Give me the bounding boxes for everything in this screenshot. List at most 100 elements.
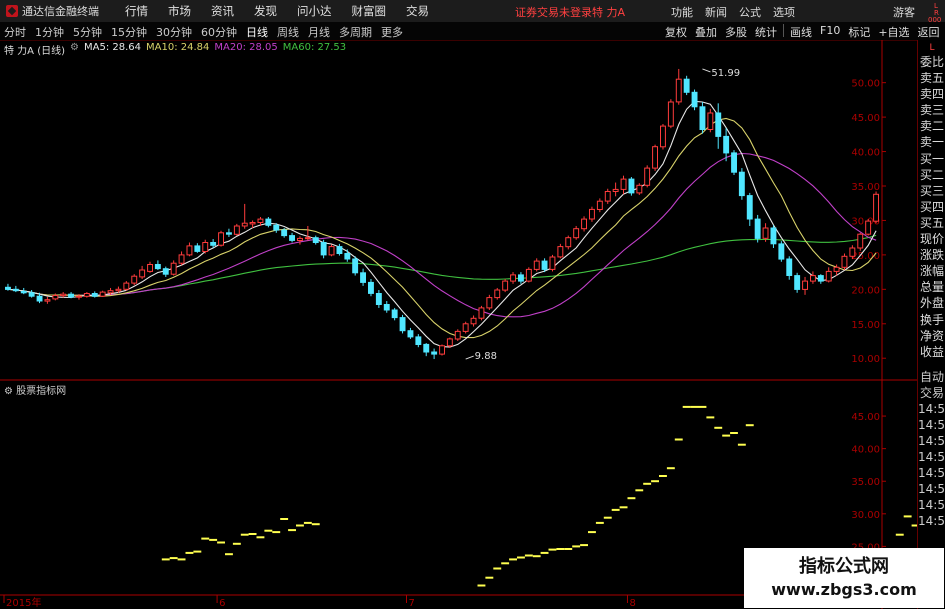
ma10-value: MA10: 24.84	[146, 42, 210, 53]
tab-1min[interactable]: 1分钟	[35, 24, 64, 40]
kline-chart[interactable]: 50.0045.0040.0035.0030.0025.0020.0015.00…	[0, 40, 917, 609]
settings-icon[interactable]: ⚙	[70, 42, 79, 57]
menu-item-wealth[interactable]: 财富圈	[352, 3, 387, 19]
tool-back[interactable]: 返回	[918, 24, 940, 40]
candle-body	[494, 289, 501, 299]
x-tick-label: 6	[219, 598, 225, 609]
side-item-outer[interactable]: 外盘	[918, 295, 945, 311]
candle-body	[683, 78, 690, 93]
menu-item-options[interactable]: 选项	[773, 4, 795, 20]
side-item-volume[interactable]: 总量	[918, 279, 945, 295]
guest-user[interactable]: 游客	[893, 4, 915, 20]
price-annotation-label: 51.99	[711, 68, 740, 79]
side-item-turnover[interactable]: 换手	[918, 312, 945, 328]
candle-body	[612, 188, 619, 192]
menu-item-news[interactable]: 资讯	[211, 3, 234, 19]
side-time-8: 14:50	[918, 513, 945, 528]
tool-stats[interactable]: 统计	[755, 24, 777, 40]
candle-body	[147, 264, 154, 272]
ma20-value: MA20: 28.05	[214, 42, 278, 53]
candle-body	[762, 227, 769, 239]
candle-body	[620, 178, 627, 190]
side-item-buy2[interactable]: 买二	[918, 167, 945, 183]
side-item-sell4[interactable]: 卖四	[918, 86, 945, 102]
menu-item-formula[interactable]: 公式	[739, 4, 761, 20]
tool-draw[interactable]: 画线	[790, 24, 812, 40]
candle-body	[675, 78, 682, 103]
side-item-buy4[interactable]: 买四	[918, 199, 945, 215]
side-item-eps[interactable]: 收益	[918, 344, 945, 360]
candlestick-series	[5, 68, 879, 360]
candle-body	[565, 237, 572, 248]
tab-monthly[interactable]: 月线	[308, 24, 330, 40]
tab-timeshare[interactable]: 分时	[4, 24, 26, 40]
ma10-line	[7, 117, 877, 339]
ma-info-line: 特 力A (日线) ⚙ MA5: 28.64 MA10: 24.84 MA20:…	[4, 42, 351, 57]
side-item-sell2[interactable]: 卖二	[918, 118, 945, 134]
tool-mark[interactable]: 标记	[848, 24, 870, 40]
tab-weekly[interactable]: 周线	[277, 24, 299, 40]
side-item-netasset[interactable]: 净资	[918, 328, 945, 344]
candle-body	[368, 281, 374, 294]
candle-body	[707, 112, 714, 130]
menu-item-markets[interactable]: 市场	[168, 3, 191, 19]
menu-item-discover[interactable]: 发现	[254, 3, 277, 19]
candle-body	[857, 233, 864, 249]
menu-item-ask[interactable]: 问小达	[297, 3, 332, 19]
chart-axes: 50.0045.0040.0035.0030.0025.0020.0015.00…	[0, 40, 917, 609]
menu-item-function[interactable]: 功能	[671, 4, 693, 20]
tool-overlay[interactable]: 叠加	[695, 24, 717, 40]
candle-body	[44, 299, 51, 302]
candle-body	[865, 220, 872, 235]
candle-body	[186, 245, 193, 256]
candle-body	[628, 178, 635, 194]
tab-30min[interactable]: 30分钟	[156, 24, 192, 40]
side-item-buy3[interactable]: 买三	[918, 183, 945, 199]
candle-body	[273, 224, 280, 231]
tab-more[interactable]: 更多	[381, 24, 403, 40]
tab-60min[interactable]: 60分钟	[201, 24, 237, 40]
candle-body	[636, 184, 643, 194]
tool-f10[interactable]: F10	[820, 24, 840, 40]
tab-daily[interactable]: 日线	[246, 24, 268, 40]
candle-body	[589, 208, 595, 220]
side-item-auto[interactable]: 自动	[918, 369, 945, 385]
candle-body	[76, 295, 82, 298]
candle-body	[304, 237, 311, 240]
side-item-sell5[interactable]: 卖五	[918, 70, 945, 86]
menu-item-trade[interactable]: 交易	[406, 3, 429, 19]
candle-body	[660, 125, 666, 148]
candle-body	[178, 254, 185, 264]
candle-body	[502, 280, 509, 291]
tab-15min[interactable]: 15分钟	[111, 24, 147, 40]
candle-body	[297, 237, 303, 241]
tab-5min[interactable]: 5分钟	[73, 24, 102, 40]
side-item-sell1[interactable]: 卖一	[918, 134, 945, 150]
candle-body	[770, 227, 777, 245]
side-item-change-pct[interactable]: 涨幅	[918, 263, 945, 279]
candle-body	[107, 290, 114, 294]
candle-body	[486, 297, 493, 309]
tool-multistock[interactable]: 多股	[725, 24, 747, 40]
top-menu-bar: 通达信金融终端 行情 市场 资讯 发现 问小达 财富圈 交易 证券交易未登录 特…	[0, 0, 945, 24]
side-item-change[interactable]: 涨跌	[918, 247, 945, 263]
tool-add-watchlist[interactable]: +自选	[878, 24, 909, 40]
candle-body	[312, 237, 319, 243]
side-item-price[interactable]: 现价	[918, 231, 945, 247]
candle-body	[226, 232, 232, 235]
side-item-trade[interactable]: 交易	[918, 385, 945, 401]
tab-multiperiod[interactable]: 多周期	[339, 24, 372, 40]
menu-item-market[interactable]: 行情	[125, 3, 148, 19]
candle-body	[462, 323, 469, 332]
candle-body	[525, 268, 532, 282]
login-status[interactable]: 证券交易未登录	[515, 4, 592, 20]
candle-body	[746, 195, 753, 220]
menu-item-newsfeed[interactable]: 新闻	[705, 4, 727, 20]
side-item-buy1[interactable]: 买一	[918, 151, 945, 167]
tool-adjust[interactable]: 复权	[665, 24, 687, 40]
side-item-buy5[interactable]: 买五	[918, 215, 945, 231]
side-item-sell3[interactable]: 卖三	[918, 102, 945, 118]
candle-body	[68, 293, 74, 298]
panel-settings-icon[interactable]: ⚙	[4, 386, 13, 397]
side-item-weibi[interactable]: 委比	[918, 54, 945, 70]
